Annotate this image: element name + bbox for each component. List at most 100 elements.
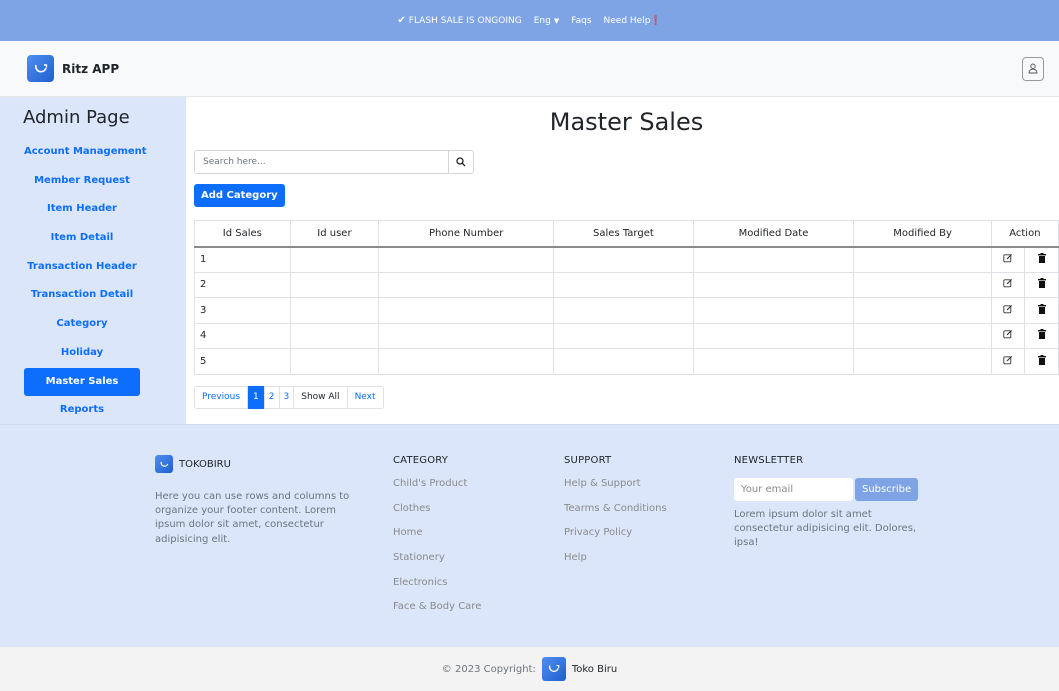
- column-header-id-sales: Id Sales: [194, 220, 291, 248]
- sidebar-title: Admin Page: [23, 107, 130, 128]
- delete-trash-icon[interactable]: [1024, 322, 1059, 349]
- footer-about-text: Here you can use rows and columns to org…: [155, 491, 350, 545]
- footer-link-clothes[interactable]: Clothes: [393, 503, 481, 528]
- faqs-link[interactable]: Faqs: [571, 16, 591, 26]
- brand-name: Ritz APP: [62, 61, 120, 76]
- table-row: 5: [194, 348, 1059, 375]
- sidebar-item-account-management[interactable]: Account Management: [24, 138, 147, 167]
- edit-icon[interactable]: [990, 246, 1026, 273]
- sidebar-item-item-header[interactable]: Item Header: [24, 195, 140, 224]
- edit-icon[interactable]: [990, 297, 1026, 324]
- sidebar-item-holiday[interactable]: Holiday: [24, 339, 140, 368]
- search-button[interactable]: [448, 150, 474, 174]
- sidebar-item-member-request[interactable]: Member Request: [24, 167, 140, 196]
- column-header-modified-date: Modified Date: [692, 220, 855, 248]
- edit-icon[interactable]: [990, 322, 1026, 349]
- footer-link-privacy-policy[interactable]: Privacy Policy: [564, 527, 667, 552]
- cell-id-user: [289, 348, 380, 375]
- cell-modified-by: [853, 348, 992, 375]
- footer-support-title: SUPPORT: [564, 455, 612, 466]
- copyright-brand[interactable]: Toko Biru: [572, 664, 617, 675]
- footer: TOKOBIRU Here you can use rows and colum…: [0, 424, 1059, 647]
- footer-link-childs-product[interactable]: Child's Product: [393, 478, 481, 503]
- column-header-modified-by: Modified By: [853, 220, 992, 248]
- footer-category: CATEGORY Child's Product Clothes Home St…: [393, 455, 481, 626]
- footer-brand-name: TOKOBIRU: [179, 458, 231, 470]
- cell-id-user: [289, 246, 380, 273]
- column-header-sales-target: Sales Target: [553, 220, 694, 248]
- sidebar: Admin Page Account Management Member Req…: [0, 97, 186, 424]
- subscribe-button[interactable]: Subscribe: [855, 478, 919, 501]
- cell-id-sales: 3: [194, 297, 291, 324]
- pagination-page-2[interactable]: 2: [265, 385, 280, 409]
- copyright-bar: © 2023 Copyright: Toko Biru: [0, 647, 1059, 691]
- brand[interactable]: Ritz APP: [27, 55, 119, 82]
- user-account-button[interactable]: [1022, 56, 1044, 81]
- master-sales-table: Id Sales Id user Phone Number Sales Targ…: [194, 220, 1059, 375]
- language-dropdown[interactable]: Eng ▼: [534, 16, 560, 26]
- sidebar-item-item-detail[interactable]: Item Detail: [24, 224, 140, 253]
- sidebar-item-category[interactable]: Category: [24, 310, 140, 339]
- content-panel: Master Sales Search here... Add Category…: [186, 97, 1059, 424]
- footer-newsletter: NEWSLETTER Your email Subscribe Lorem ip…: [734, 455, 934, 551]
- pagination-page-3[interactable]: 3: [280, 385, 295, 409]
- footer-about: TOKOBIRU Here you can use rows and colum…: [155, 455, 355, 547]
- column-header-id-user: Id user: [289, 220, 380, 248]
- cell-modified-date: [692, 297, 855, 324]
- footer-link-electronics[interactable]: Electronics: [393, 577, 481, 602]
- footer-link-face-body-care[interactable]: Face & Body Care: [393, 601, 481, 626]
- cell-id-user: [289, 271, 380, 298]
- footer-link-terms-conditions[interactable]: Tearms & Conditions: [564, 503, 667, 528]
- pagination-previous[interactable]: Previous: [195, 385, 249, 409]
- sidebar-item-reports[interactable]: Reports: [24, 396, 140, 425]
- footer-link-home[interactable]: Home: [393, 527, 481, 552]
- pagination-next[interactable]: Next: [348, 386, 383, 409]
- sidebar-item-master-sales[interactable]: Master Sales: [24, 367, 140, 397]
- delete-trash-icon[interactable]: [1024, 297, 1059, 324]
- delete-trash-icon[interactable]: [1024, 348, 1059, 375]
- pagination-page-1[interactable]: 1: [248, 385, 265, 409]
- delete-trash-icon[interactable]: [1024, 246, 1059, 273]
- pagination-show-all[interactable]: Show All: [294, 385, 348, 409]
- newsletter-email-input[interactable]: Your email: [734, 478, 853, 501]
- delete-trash-icon[interactable]: [1024, 271, 1059, 298]
- cell-modified-by: [853, 246, 992, 273]
- cell-modified-date: [692, 348, 855, 375]
- cell-modified-date: [692, 322, 855, 349]
- footer-newsletter-title: NEWSLETTER: [734, 455, 804, 466]
- column-header-phone-number: Phone Number: [378, 220, 555, 248]
- search-input[interactable]: Search here...: [194, 150, 448, 174]
- cell-sales-target: [553, 271, 694, 298]
- column-header-action: Action: [990, 220, 1059, 248]
- announcement-bar: ✔ FLASH SALE IS ONGOING Eng ▼ Faqs Need …: [0, 0, 1059, 41]
- footer-brand: TOKOBIRU: [155, 455, 355, 473]
- page-title: Master Sales: [549, 108, 704, 136]
- flash-sale-notice: ✔ FLASH SALE IS ONGOING: [397, 15, 521, 26]
- footer-link-stationery[interactable]: Stationery: [393, 552, 481, 577]
- cell-sales-target: [553, 322, 694, 349]
- cell-id-sales: 4: [194, 322, 291, 349]
- edit-icon[interactable]: [990, 271, 1026, 298]
- caret-down-icon: ▼: [553, 16, 560, 25]
- cell-id-user: [289, 297, 380, 324]
- edit-icon[interactable]: [990, 348, 1026, 375]
- newsletter-text: Lorem ipsum dolor sit amet consectetur a…: [734, 509, 917, 549]
- sidebar-item-transaction-detail[interactable]: Transaction Detail: [24, 281, 140, 310]
- shopping-bag-logo-icon: [27, 55, 54, 82]
- newsletter-form: Your email Subscribe: [734, 478, 934, 501]
- flash-sale-text: FLASH SALE IS ONGOING: [408, 15, 522, 26]
- main-area: Admin Page Account Management Member Req…: [0, 97, 1059, 424]
- need-help-link[interactable]: Need Help❗: [604, 16, 662, 26]
- cell-phone-number: [378, 348, 555, 375]
- footer-link-help[interactable]: Help: [564, 552, 667, 577]
- add-category-button[interactable]: Add Category: [194, 184, 285, 207]
- footer-link-help-support[interactable]: Help & Support: [564, 478, 667, 503]
- search-bar: Search here...: [194, 150, 474, 174]
- copyright-text: © 2023 Copyright:: [441, 663, 536, 675]
- footer-category-title: CATEGORY: [393, 455, 449, 466]
- search-icon: [456, 157, 466, 167]
- sidebar-item-transaction-header[interactable]: Transaction Header: [24, 253, 140, 282]
- cell-phone-number: [378, 322, 555, 349]
- table-row: 2: [194, 271, 1059, 298]
- table-row: 4: [194, 322, 1059, 349]
